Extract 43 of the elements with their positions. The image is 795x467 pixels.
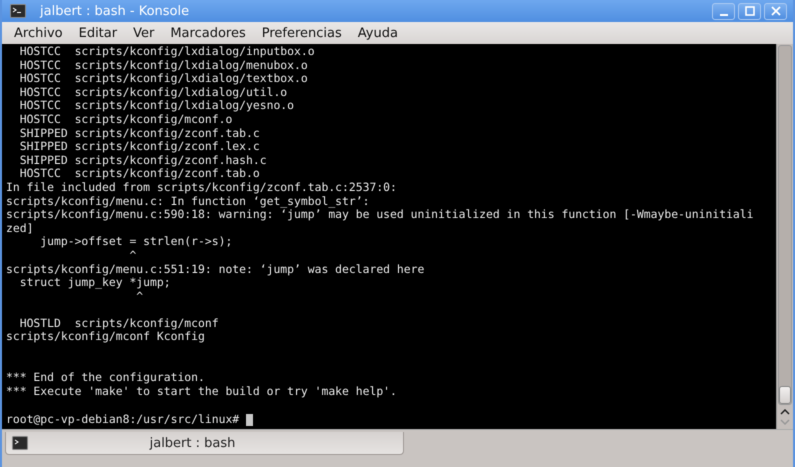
scrollbar[interactable] [776,44,793,429]
close-icon [770,6,782,16]
terminal-line: SHIPPED scripts/kconfig/zconf.tab.c [18,126,261,140]
terminal-tab[interactable]: jalbert : bash [5,432,404,455]
terminal-line: HOSTCC scripts/kconfig/lxdialog/util.o [18,86,288,100]
terminal-icon [10,4,26,18]
minimize-icon [720,14,728,16]
terminal-line: *** Execute 'make' to start the build or try 'make help'. [6,384,398,398]
terminal-line: In file included from scripts/kconfig/zconf.tab.c:2537:0: [6,180,398,195]
terminal-line: SHIPPED scripts/kconfig/zconf.hash.c [18,154,268,168]
menu-item[interactable]: Marcadores [164,26,252,40]
terminal-line: scripts/kconfig/mconf Kconfig [6,330,205,344]
terminal-line: *** End of the configuration. [6,371,206,385]
terminal-line: ^ [128,248,138,262]
terminal-line: HOSTCC scripts/kconfig/mconf.o [18,112,234,127]
window-title: jalbert : bash - Konsole [40,4,190,18]
terminal-icon [12,436,28,450]
maximize-icon [744,6,756,16]
terminal-line: scripts/kconfig/menu.c:590:18: warning: ‘jump’ may be used uninitialized in this function [-Wmaybe-uninitiali [6,208,754,222]
menu-item[interactable]: Preferencias [256,26,348,40]
maximize-button[interactable] [738,2,761,20]
menu-item[interactable]: Ayuda [352,26,404,40]
terminal-line: HOSTCC scripts/kconfig/lxdialog/menubox.o [18,58,309,72]
terminal-line: HOSTLD scripts/kconfig/mconf [18,316,220,330]
close-button[interactable] [764,2,787,20]
terminal-line: zed] [6,222,34,236]
terminal-line: HOSTCC scripts/kconfig/zconf.tab.o [18,167,260,181]
terminal-line: SHIPPED scripts/kconfig/zconf.lex.c [18,140,261,154]
terminal-line: scripts/kconfig/menu.c:551:19: note: ‘jump’ was declared here [6,262,426,276]
menu-item[interactable]: Editar [72,26,124,40]
terminal-line: jump->offset = strlen(r->s); [39,235,234,249]
scroll-up-icon[interactable] [780,409,790,415]
terminal-line: struct jump_key *jump; [20,276,171,290]
menu-item[interactable]: Ver [127,26,160,40]
menu-item[interactable]: Archivo [8,26,69,40]
terminal-line: HOSTCC scripts/kconfig/lxdialog/inputbox.o [18,45,316,59]
terminal-line: scripts/kconfig/menu.c: In function ‘get_symbol_str’: [6,194,370,208]
minimize-button[interactable] [712,2,735,20]
terminal-line: HOSTCC scripts/kconfig/lxdialog/textbox.o [18,72,309,86]
scrollbar-thumb[interactable] [779,386,791,404]
shell-prompt: root@pc-vp-debian8:/usr/src/linux# [6,412,240,426]
terminal-line: ^ [135,290,144,304]
terminal-line: HOSTCC scripts/kconfig/lxdialog/yesno.o [18,99,296,113]
